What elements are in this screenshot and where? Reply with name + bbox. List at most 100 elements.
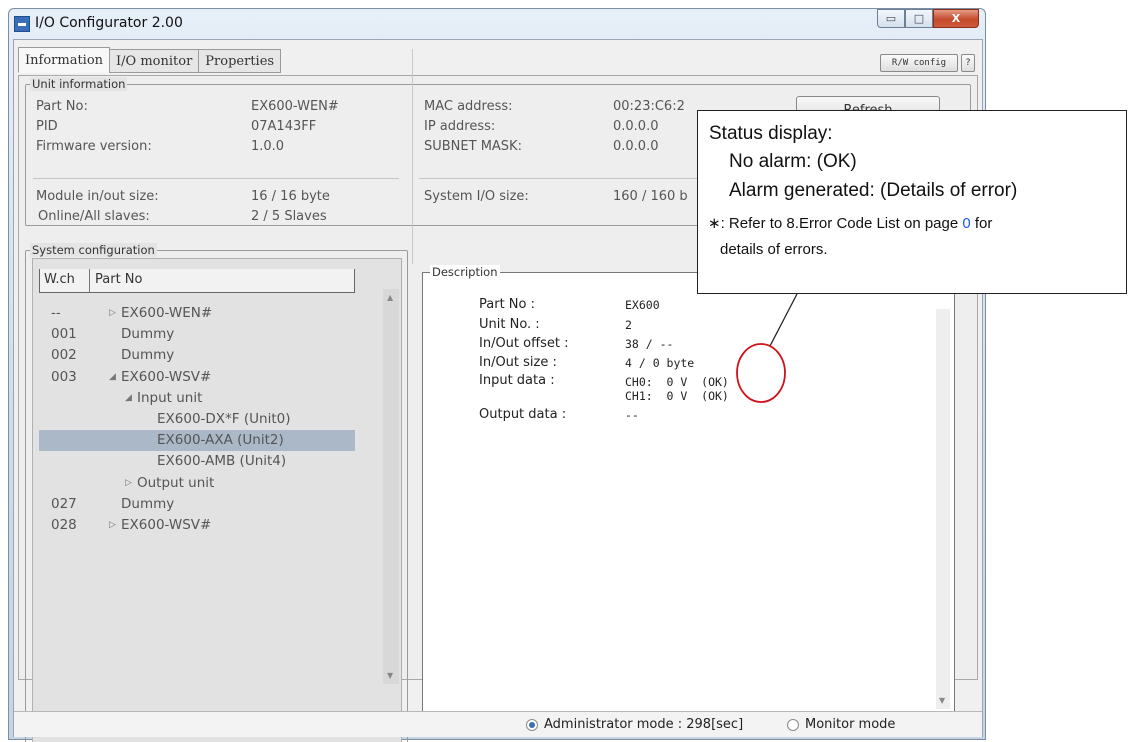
tree-row-label: Input unit	[137, 389, 203, 406]
system-io-value: 160 / 160 b	[613, 189, 688, 204]
tab-io-monitor[interactable]: I/O monitor	[109, 49, 200, 73]
desc-input-key: Input data :	[479, 373, 555, 388]
expand-arrow-icon[interactable]: ▷	[125, 478, 132, 488]
tree-row-wch: --	[51, 305, 61, 321]
tree-row-wch: 027	[51, 495, 77, 512]
wch-column-header[interactable]: W.ch	[44, 272, 75, 287]
expand-arrow-icon[interactable]: ▷	[109, 520, 116, 530]
desc-unit-no-key: Unit No. :	[479, 317, 540, 332]
desc-ch0-value: CH0: 0 V (OK)	[625, 375, 729, 389]
callout-alarm-generated: Alarm generated: (Details of error)	[729, 180, 1018, 201]
scroll-up-icon[interactable]: ▲	[387, 293, 393, 302]
callout-page-link[interactable]: 0	[962, 215, 970, 232]
scroll-down-icon[interactable]: ▼	[387, 671, 393, 680]
firmware-value: 1.0.0	[251, 139, 285, 154]
tree-row-wch: 002	[51, 347, 77, 364]
description-label: Description	[430, 265, 500, 279]
tree-row-wch: 028	[51, 517, 77, 533]
column-divider[interactable]	[89, 269, 90, 292]
desc-unit-no-value: 2	[625, 318, 632, 332]
maximize-button[interactable]: □	[905, 9, 933, 28]
close-icon: X	[951, 12, 961, 25]
system-tree[interactable]: W.ch Part No ▲ ▼ -- ▷ EX600-WEN# 001 Dummy 00…	[32, 258, 402, 742]
desc-part-no-key: Part No :	[479, 297, 535, 312]
collapse-arrow-icon[interactable]: ◢	[109, 372, 116, 382]
close-button[interactable]: X	[933, 9, 979, 28]
ip-key: IP address:	[424, 119, 496, 134]
desc-size-value: 4 / 0 byte	[625, 356, 695, 370]
tree-row[interactable]: EX600-AMB (Unit4)	[39, 451, 355, 472]
tree-row[interactable]: EX600-AXA (Unit2)	[39, 430, 355, 452]
tree-row[interactable]: ◢ Input unit	[39, 388, 355, 409]
window-title: I/O Configurator 2.00	[35, 15, 183, 31]
tree-row[interactable]: 003 ◢ EX600-WSV#	[39, 367, 355, 388]
module-size-value: 16 / 16 byte	[251, 189, 330, 204]
tree-row[interactable]: 001 Dummy	[39, 324, 355, 345]
mac-value: 00:23:C6:2	[613, 99, 685, 114]
desc-scroll-down-icon[interactable]: ▼	[939, 696, 945, 705]
desc-output-key: Output data :	[479, 407, 567, 422]
firmware-key: Firmware version:	[36, 139, 152, 154]
desc-ch1-value: CH1: 0 V (OK)	[625, 389, 729, 403]
tree-row[interactable]: 002 Dummy	[39, 345, 355, 366]
monitor-mode-radio[interactable]	[787, 719, 799, 731]
title-bar[interactable]: I/O Configurator 2.00 ▭ □ X	[9, 9, 985, 39]
status-bar: Administrator mode : 298[sec] Monitor mo…	[14, 711, 982, 737]
system-configuration-label: System configuration	[30, 243, 157, 257]
tree-row-label: Dummy	[121, 326, 175, 343]
pid-value: 07A143FF	[251, 119, 317, 134]
desc-size-key: In/Out size :	[479, 355, 557, 370]
minimize-button[interactable]: ▭	[877, 9, 905, 28]
tree-row-label: EX600-AMB (Unit4)	[157, 453, 287, 470]
tree-row-label: EX600-AXA (Unit2)	[157, 432, 284, 449]
tree-row-label: EX600-WSV#	[121, 517, 212, 533]
tree-row-label: EX600-WSV#	[121, 368, 212, 385]
tree-row[interactable]: EX600-DX*F (Unit0)	[39, 409, 355, 430]
expand-arrow-icon[interactable]: ▷	[109, 308, 116, 318]
status-callout: Status display: No alarm: (OK) Alarm gen…	[697, 110, 1127, 294]
tree-row-label: Dummy	[121, 347, 175, 364]
admin-mode-label[interactable]: Administrator mode : 298[sec]	[544, 717, 743, 732]
part-no-value: EX600-WEN#	[251, 99, 339, 114]
maximize-icon: □	[913, 12, 925, 25]
minimize-icon: ▭	[885, 12, 897, 25]
tree-row[interactable]: ▷ Output unit	[39, 473, 355, 494]
tab-information[interactable]: Information	[18, 47, 111, 73]
tree-row-wch: 001	[51, 326, 77, 343]
app-icon	[14, 16, 30, 32]
slaves-value: 2 / 5 Slaves	[251, 209, 327, 224]
tab-bar: Information I/O monitor Properties	[18, 47, 282, 73]
desc-output-value: --	[625, 408, 639, 422]
help-button[interactable]: ?	[961, 54, 975, 72]
mac-key: MAC address:	[424, 99, 513, 114]
callout-note-prefix: ∗: Refer to 8.Error Code List on page	[708, 215, 963, 232]
tree-row-wch: 003	[51, 368, 77, 385]
partno-column-header[interactable]: Part No	[95, 272, 142, 287]
desc-offset-value: 38 / --	[625, 337, 674, 351]
admin-mode-radio[interactable]	[526, 719, 538, 731]
subnet-value: 0.0.0.0	[613, 139, 659, 154]
rw-config-button[interactable]: R/W config	[880, 54, 958, 72]
callout-title: Status display:	[709, 123, 833, 144]
description-scrollbar[interactable]: ▼	[936, 309, 950, 709]
monitor-mode-label[interactable]: Monitor mode	[805, 717, 895, 732]
slaves-key: Online/All slaves:	[38, 209, 150, 224]
collapse-arrow-icon[interactable]: ◢	[125, 393, 132, 403]
tree-row-label: Dummy	[121, 495, 175, 512]
tree-row[interactable]: 028 ▷ EX600-WSV#	[39, 515, 355, 536]
tree-row[interactable]: -- ▷ EX600-WEN#	[39, 303, 355, 324]
callout-note-line2: details of errors.	[720, 241, 828, 258]
subnet-key: SUBNET MASK:	[424, 139, 522, 154]
tree-row-label: EX600-DX*F (Unit0)	[157, 411, 291, 427]
tab-properties[interactable]: Properties	[198, 49, 282, 73]
callout-note-line1: ∗: Refer to 8.Error Code List on page 0 …	[708, 214, 992, 232]
tree-header: W.ch Part No	[39, 269, 355, 293]
tree-row-label: EX600-WEN#	[121, 305, 213, 321]
unit-information-label: Unit information	[30, 77, 128, 91]
tree-row-label: Output unit	[137, 474, 215, 491]
callout-note-suffix: for	[970, 215, 993, 232]
tree-scrollbar[interactable]: ▲ ▼	[383, 289, 399, 684]
tree-row[interactable]: 027 Dummy	[39, 494, 355, 515]
desc-part-no-value: EX600	[625, 298, 660, 312]
callout-no-alarm: No alarm: (OK)	[729, 151, 857, 172]
